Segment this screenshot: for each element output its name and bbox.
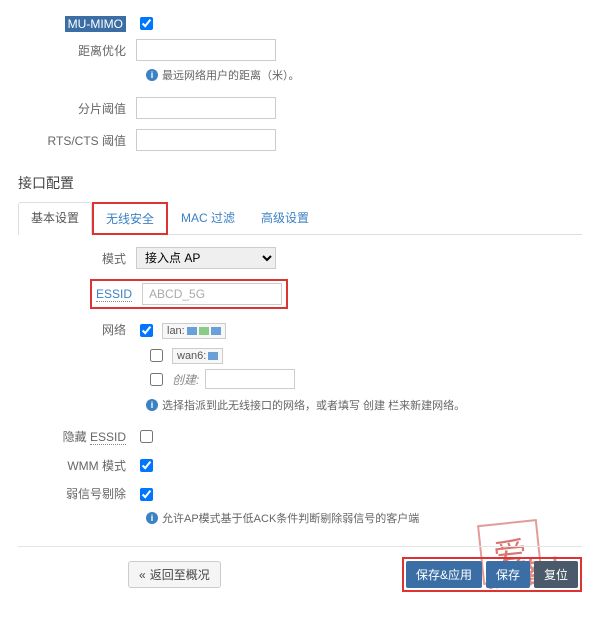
net-icon bbox=[208, 352, 218, 360]
wmm-label: WMM 模式 bbox=[18, 457, 136, 474]
weak-signal-hint: 允许AP模式基于低ACK条件判断剔除弱信号的客户端 bbox=[162, 510, 419, 526]
essid-highlight-box: ESSID bbox=[90, 279, 288, 309]
frag-label: 分片阈值 bbox=[18, 100, 136, 117]
network-wan6-checkbox[interactable] bbox=[150, 349, 163, 362]
essid-label: ESSID bbox=[96, 287, 132, 302]
rtscts-input[interactable] bbox=[136, 129, 276, 151]
save-apply-button[interactable]: 保存&应用 bbox=[406, 561, 482, 588]
net-icon bbox=[211, 327, 221, 335]
weak-signal-label: 弱信号剔除 bbox=[18, 485, 136, 502]
save-button[interactable]: 保存 bbox=[486, 561, 530, 588]
info-icon: i bbox=[146, 399, 158, 411]
network-lan-checkbox[interactable] bbox=[140, 324, 153, 337]
distance-hint: 最远网络用户的距离（米）。 bbox=[162, 67, 300, 83]
tab-mac-filter[interactable]: MAC 过滤 bbox=[168, 202, 248, 235]
net-icon bbox=[199, 327, 209, 335]
frag-input[interactable] bbox=[136, 97, 276, 119]
network-hint: 选择指派到此无线接口的网络，或者填写 创建 栏来新建网络。 bbox=[162, 397, 465, 413]
tab-wireless-security[interactable]: 无线安全 bbox=[92, 202, 168, 235]
tabs: 基本设置 无线安全 MAC 过滤 高级设置 bbox=[18, 201, 582, 235]
distance-label: 距离优化 bbox=[18, 42, 136, 59]
network-wan6-tag: wan6: bbox=[172, 348, 223, 364]
weak-signal-checkbox[interactable] bbox=[140, 488, 153, 501]
mode-label: 模式 bbox=[18, 250, 136, 267]
hide-essid-checkbox[interactable] bbox=[140, 430, 153, 443]
reset-button[interactable]: 复位 bbox=[534, 561, 578, 588]
network-custom-label: 创建: bbox=[172, 371, 199, 388]
net-icon bbox=[187, 327, 197, 335]
network-lan-tag: lan: bbox=[162, 323, 226, 339]
action-buttons-highlight: 保存&应用 保存 复位 bbox=[402, 557, 582, 592]
mu-mimo-checkbox[interactable] bbox=[140, 17, 153, 30]
mu-mimo-label: MU-MIMO bbox=[65, 16, 126, 32]
network-custom-input[interactable] bbox=[205, 369, 295, 389]
back-button[interactable]: « 返回至概况 bbox=[128, 561, 221, 588]
distance-input[interactable] bbox=[136, 39, 276, 61]
network-label: 网络 bbox=[18, 321, 136, 338]
mode-select[interactable]: 接入点 AP bbox=[136, 247, 276, 269]
back-arrow-icon: « bbox=[139, 568, 146, 582]
network-custom-checkbox[interactable] bbox=[150, 373, 163, 386]
tab-advanced[interactable]: 高级设置 bbox=[248, 202, 322, 235]
section-title: 接口配置 bbox=[18, 173, 582, 193]
info-icon: i bbox=[146, 512, 158, 524]
hide-essid-label: 隐藏 ESSID bbox=[18, 428, 136, 445]
info-icon: i bbox=[146, 69, 158, 81]
wmm-checkbox[interactable] bbox=[140, 459, 153, 472]
rtscts-label: RTS/CTS 阈值 bbox=[18, 132, 136, 149]
tab-basic[interactable]: 基本设置 bbox=[18, 202, 92, 235]
essid-input[interactable] bbox=[142, 283, 282, 305]
